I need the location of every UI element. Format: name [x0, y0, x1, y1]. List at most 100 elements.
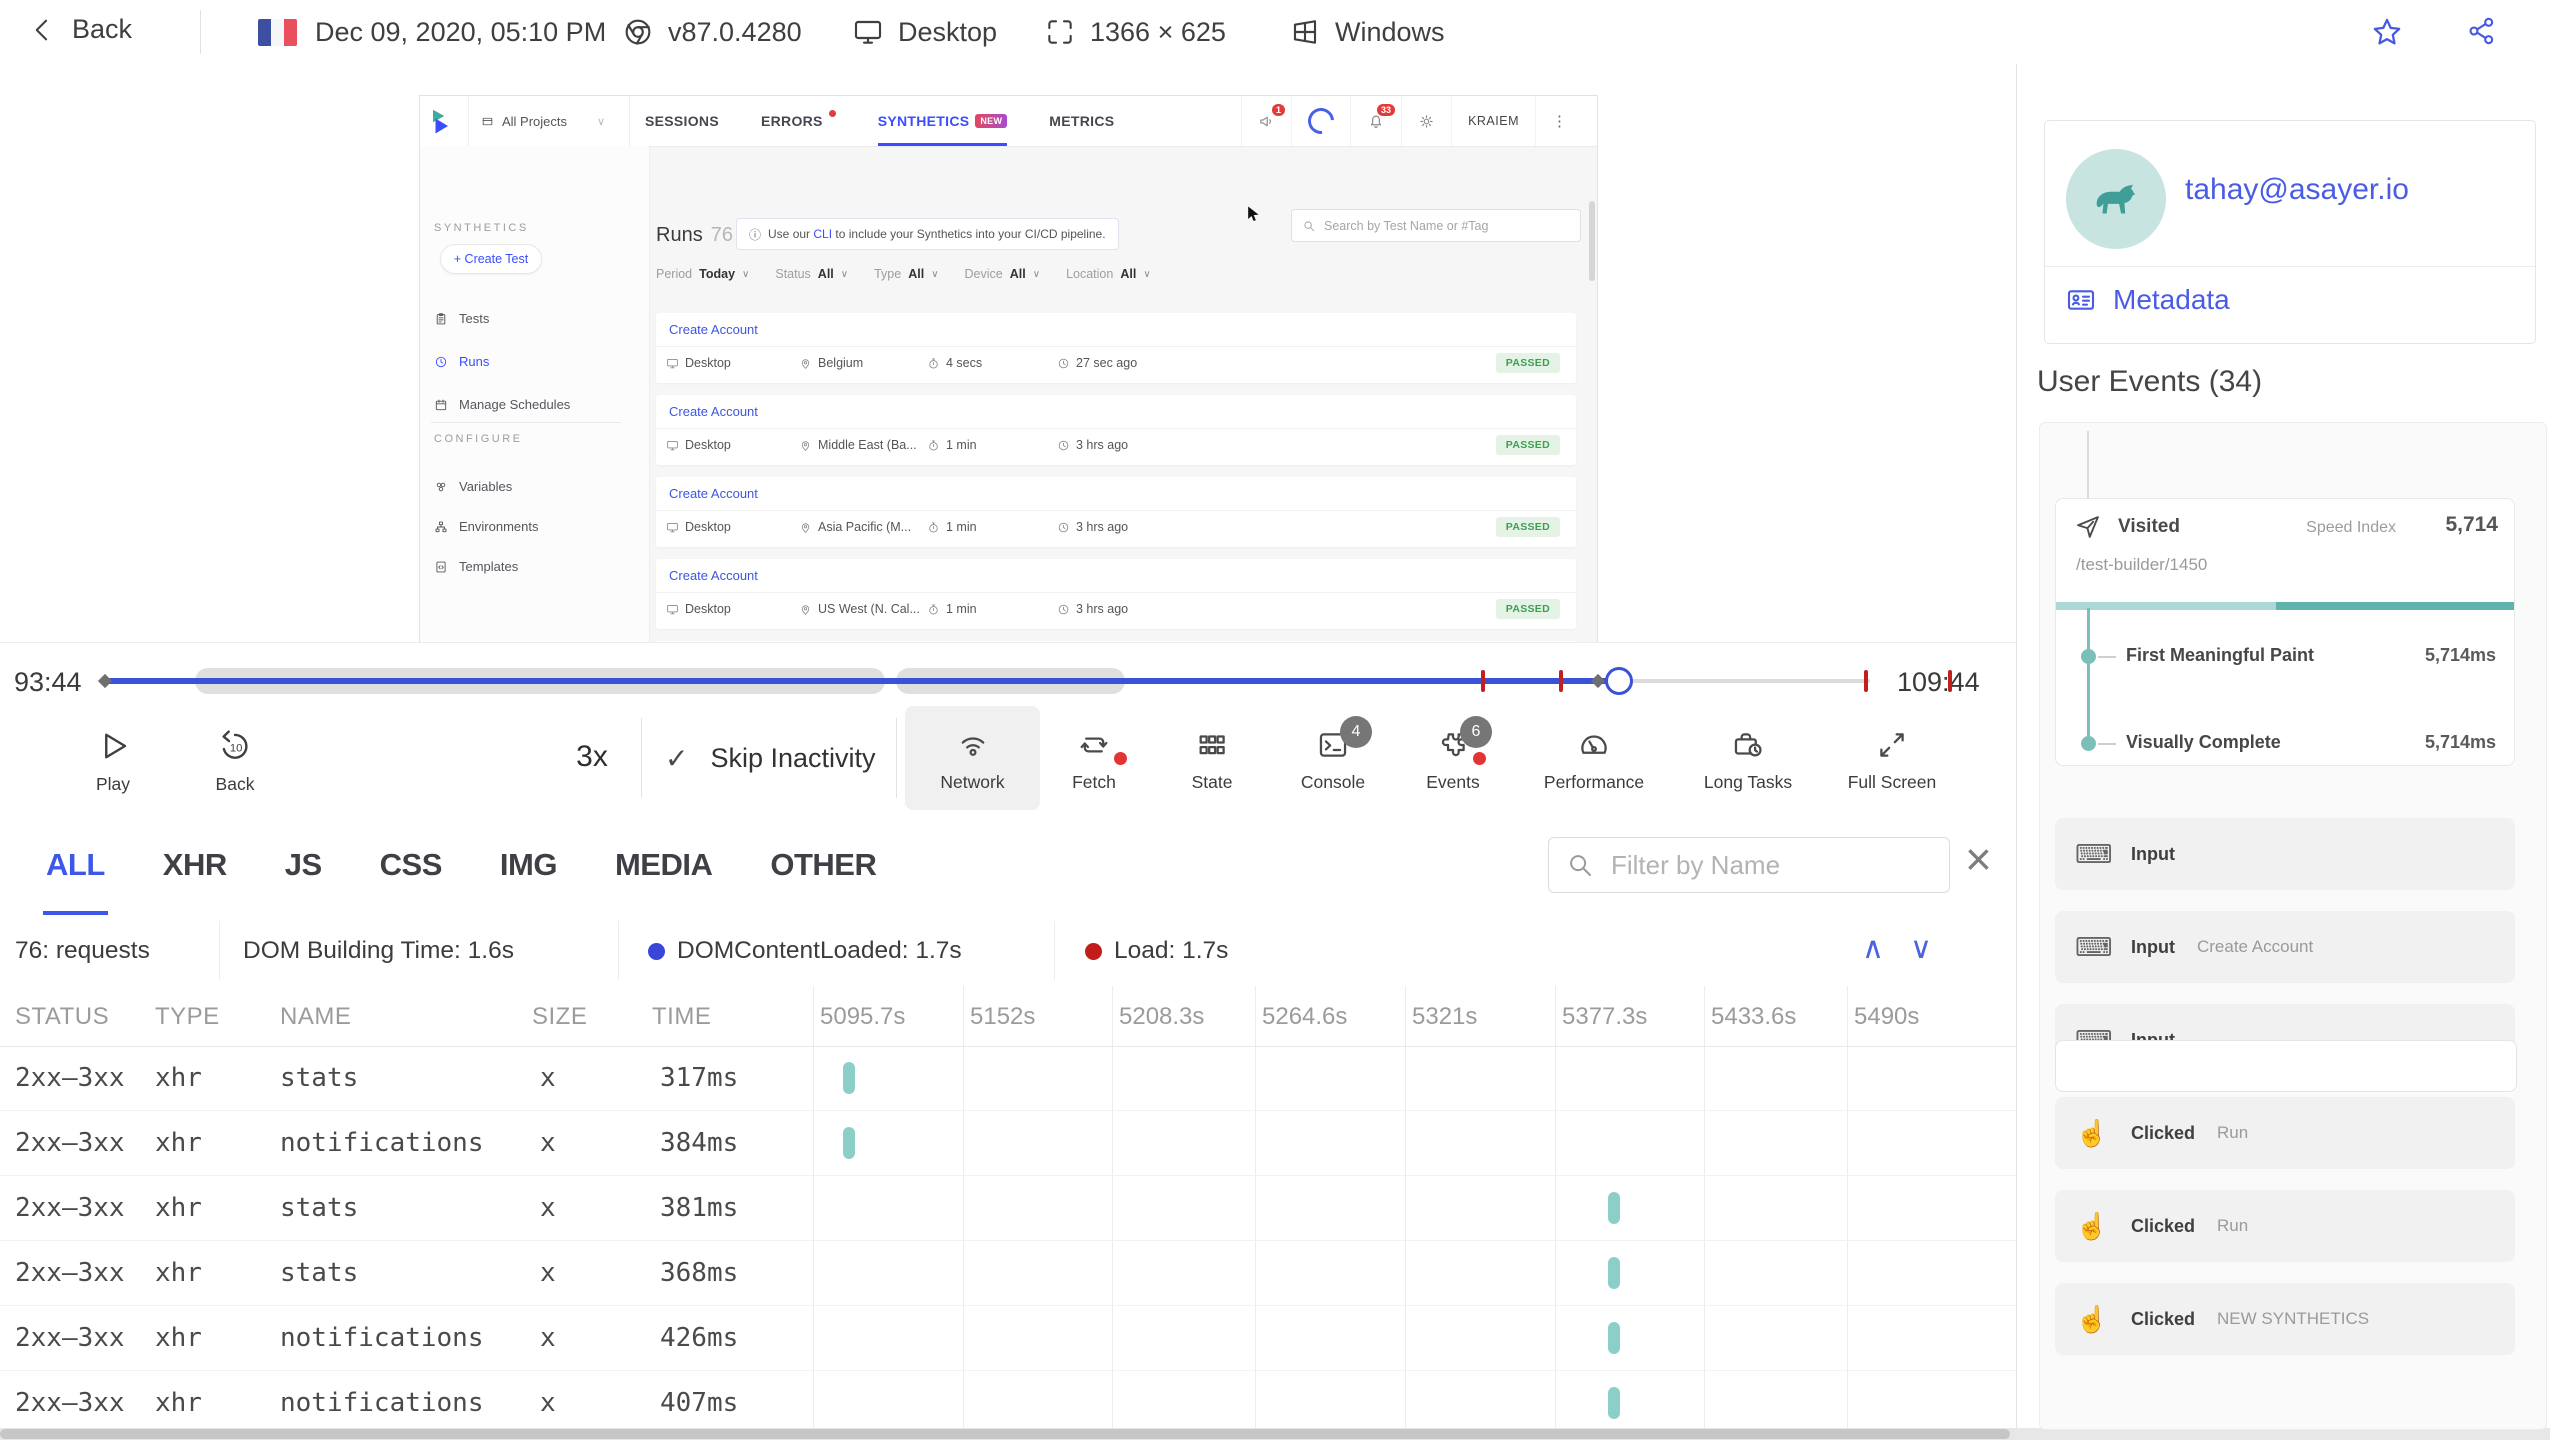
settings-button[interactable]: [1401, 96, 1451, 146]
panel-label: Events: [1426, 772, 1480, 792]
scrollbar-thumb[interactable]: [0, 1429, 2010, 1439]
resource-tab[interactable]: IMG: [500, 814, 558, 915]
panel-toggle-button[interactable]: Network: [905, 706, 1040, 810]
app-nav-tab[interactable]: METRICS: [1049, 96, 1114, 146]
panel-toggle-button[interactable]: Performance: [1514, 706, 1674, 810]
app-sidebar-item[interactable]: Variables: [434, 479, 512, 494]
resource-tab[interactable]: JS: [285, 814, 322, 915]
run-name-link[interactable]: Create Account: [669, 404, 758, 419]
request-timing-bar: [1608, 1387, 1620, 1419]
app-sidebar-item[interactable]: Templates: [434, 559, 518, 574]
announcements-button[interactable]: 1: [1241, 96, 1291, 146]
resource-tab[interactable]: CSS: [380, 814, 443, 915]
event-icon: ☝: [2075, 1211, 2109, 1242]
request-timing-bar: [1608, 1322, 1620, 1354]
count-badge: 4: [1340, 716, 1372, 748]
panel-toggle-button[interactable]: Fetch: [1035, 706, 1153, 810]
resource-tab[interactable]: XHR: [163, 814, 227, 915]
close-panel-icon[interactable]: ×: [1965, 832, 1992, 886]
run-name-link[interactable]: Create Account: [669, 568, 758, 583]
request-row[interactable]: 2xx–3xx xhr notifications x 384ms: [0, 1111, 2016, 1176]
app-scrollbar[interactable]: [1589, 201, 1595, 281]
skip-inactivity-toggle[interactable]: ✓ Skip Inactivity: [665, 742, 876, 775]
panel-toggle-button[interactable]: 6 Events: [1393, 706, 1513, 810]
filter-dropdown[interactable]: Type All ∨: [874, 267, 938, 281]
runs-count: 76: [710, 224, 733, 246]
project-selector[interactable]: All Projects ∨: [468, 96, 630, 146]
filter-dropdown[interactable]: Device All ∨: [965, 267, 1041, 281]
user-event-item[interactable]: ☝ Clicked Run: [2055, 1190, 2515, 1262]
status-dot: [1085, 942, 1102, 960]
filter-dropdown[interactable]: Status All ∨: [775, 267, 848, 281]
cli-link[interactable]: CLI: [813, 227, 832, 241]
run-card[interactable]: Create Account Desktop Middle East (Ba..…: [656, 395, 1576, 465]
run-card[interactable]: Create Account Desktop Asia Pacific (M..…: [656, 477, 1576, 547]
notifications-button[interactable]: 33: [1350, 96, 1401, 146]
status-badge: PASSED: [1495, 599, 1560, 619]
speed-toggle[interactable]: 3x: [560, 740, 624, 774]
app-nav-tab[interactable]: SYNTHETICS NEW: [877, 96, 1008, 146]
collapse-down-icon[interactable]: ∨: [1910, 931, 1932, 966]
app-nav-tab[interactable]: ERRORS: [761, 96, 836, 146]
user-event-item[interactable]: ⌨ Input Create Account: [2055, 911, 2515, 983]
timeline-track[interactable]: [97, 643, 1870, 703]
test-search-box[interactable]: Search by Test Name or #Tag: [1291, 209, 1581, 242]
mouse-cursor-icon: [1244, 204, 1264, 224]
user-event-item[interactable]: ⌨ Input: [2055, 818, 2515, 890]
kebab-menu[interactable]: ⋮: [1535, 96, 1583, 146]
favorite-star-icon[interactable]: [2370, 15, 2404, 49]
user-menu[interactable]: KRAIEM: [1451, 96, 1535, 146]
play-button[interactable]: Play: [75, 706, 151, 810]
visited-event-card[interactable]: Visited Speed Index 5,714 /test-builder/…: [2055, 498, 2515, 766]
search-icon: [1565, 850, 1595, 880]
run-card[interactable]: Create Account Desktop Belgium 4 secs 27…: [656, 313, 1576, 383]
resource-tab[interactable]: ALL: [43, 814, 108, 915]
search-icon: [1302, 219, 1316, 233]
resource-tab[interactable]: OTHER: [770, 814, 877, 915]
request-row[interactable]: 2xx–3xx xhr notifications x 407ms: [0, 1371, 2016, 1436]
back-button[interactable]: Back: [28, 14, 132, 45]
filter-dropdown[interactable]: Period Today ∨: [656, 267, 749, 281]
panel-toggle-button[interactable]: Long Tasks: [1668, 706, 1828, 810]
app-nav-tab[interactable]: SESSIONS: [645, 96, 719, 146]
request-row[interactable]: 2xx–3xx xhr notifications x 426ms: [0, 1306, 2016, 1371]
visited-label: Visited: [2118, 516, 2180, 537]
panel-toggle-button[interactable]: State: [1153, 706, 1271, 810]
user-event-item[interactable]: ☝ Clicked Run: [2055, 1097, 2515, 1169]
panel-icon: [1577, 728, 1611, 767]
window-icon: [481, 115, 494, 128]
browser-info: v87.0.4280: [622, 0, 802, 64]
panel-toggle-button[interactable]: Full Screen: [1812, 706, 1972, 810]
playhead[interactable]: [1605, 667, 1634, 695]
user-event-item[interactable]: ☝ Clicked NEW SYNTHETICS: [2055, 1283, 2515, 1355]
resource-tab[interactable]: MEDIA: [615, 814, 713, 915]
user-email-link[interactable]: tahay@asayer.io: [2185, 173, 2409, 207]
event-label: Clicked: [2131, 1122, 2196, 1143]
table-body: 2xx–3xx xhr stats x 317ms 2xx–3xx xhr no…: [0, 1046, 2016, 1436]
run-name-link[interactable]: Create Account: [669, 322, 758, 337]
run-name-link[interactable]: Create Account: [669, 486, 758, 501]
metadata-button[interactable]: Metadata: [2065, 284, 2230, 316]
request-row[interactable]: 2xx–3xx xhr stats x 317ms: [0, 1046, 2016, 1111]
request-row[interactable]: 2xx–3xx xhr stats x 381ms: [0, 1176, 2016, 1241]
panel-toggle-button[interactable]: 4 Console: [1273, 706, 1393, 810]
run-details: Desktop US West (N. Cal... 1 min 3 hrs a…: [656, 592, 1576, 630]
app-sidebar-item[interactable]: Runs: [434, 354, 489, 369]
filter-dropdown[interactable]: Location All ∨: [1066, 267, 1151, 281]
run-card[interactable]: Create Account Desktop US West (N. Cal..…: [656, 559, 1576, 629]
collapse-up-icon[interactable]: ∧: [1862, 931, 1884, 966]
request-timing-bar: [843, 1127, 855, 1159]
back-10s-button[interactable]: Back: [197, 706, 273, 810]
run-details: Desktop Asia Pacific (M... 1 min 3 hrs a…: [656, 510, 1576, 548]
app-sidebar-item[interactable]: Manage Schedules: [434, 397, 570, 412]
share-icon[interactable]: [2466, 15, 2498, 47]
request-row[interactable]: 2xx–3xx xhr stats x 368ms: [0, 1241, 2016, 1306]
create-test-button[interactable]: + Create Test: [440, 244, 542, 274]
status-badge: PASSED: [1495, 517, 1560, 537]
search-placeholder: Search by Test Name or #Tag: [1324, 218, 1489, 233]
user-events-title: User Events (34): [2037, 365, 2263, 398]
app-sidebar-item[interactable]: Environments: [434, 519, 538, 534]
app-sidebar-item[interactable]: Tests: [434, 311, 489, 326]
filter-input[interactable]: [1609, 848, 1903, 882]
panel-label: State: [1191, 772, 1233, 792]
